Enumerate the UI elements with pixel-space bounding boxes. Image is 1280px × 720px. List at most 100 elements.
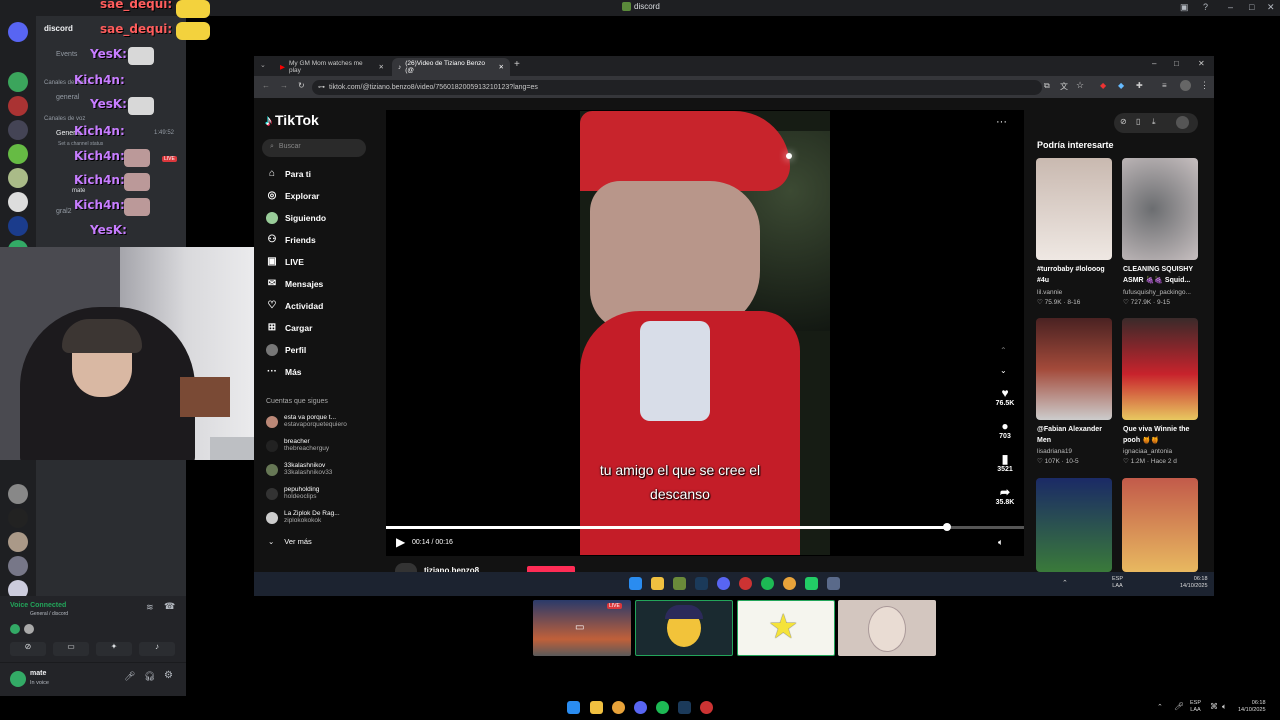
- device-icon[interactable]: ▯: [1136, 117, 1140, 126]
- account-item[interactable]: esta va porque t... estavaporquetequiero: [266, 414, 347, 428]
- voice-status[interactable]: Voice Connected: [10, 602, 66, 609]
- dm-home-icon[interactable]: [8, 22, 28, 42]
- user-avatar[interactable]: [10, 671, 26, 687]
- reload-icon[interactable]: ↻: [298, 81, 305, 90]
- server-icon[interactable]: [8, 144, 28, 164]
- rec-title[interactable]: Que viva Winnie the pooh 🍯🍯: [1123, 424, 1203, 446]
- tab-tiktok[interactable]: ♪ (26)Video de Tiziano Benzo (@ ✕: [392, 58, 510, 76]
- next-video-icon[interactable]: ⌄: [1000, 366, 1007, 375]
- nav-friends[interactable]: ⚇ Friends: [266, 234, 316, 246]
- server-icon[interactable]: [8, 556, 28, 576]
- file-explorer-icon[interactable]: [651, 577, 664, 590]
- translate-icon[interactable]: 文: [1060, 81, 1068, 92]
- play-icon[interactable]: ▶: [396, 535, 405, 549]
- new-tab-icon[interactable]: +: [514, 59, 520, 70]
- tray-chevron-icon[interactable]: ⌃: [1157, 703, 1163, 711]
- screen-share-button[interactable]: ▭: [53, 642, 89, 656]
- rec-thumbnail[interactable]: [1036, 478, 1112, 572]
- spotify-icon[interactable]: [656, 701, 669, 714]
- rec-thumbnail[interactable]: [1122, 318, 1198, 420]
- voice-channel[interactable]: General / discord: [30, 611, 68, 617]
- soundboard-button[interactable]: ♪: [139, 642, 175, 656]
- chrome-icon[interactable]: [783, 577, 796, 590]
- profile-avatar[interactable]: [1180, 80, 1191, 91]
- steam-icon[interactable]: [695, 577, 708, 590]
- download-icon[interactable]: ⤓: [1152, 117, 1156, 127]
- server-icon[interactable]: [8, 508, 28, 528]
- nav-more[interactable]: ··· Más: [266, 366, 302, 378]
- channel-gral2[interactable]: gral2: [56, 208, 72, 215]
- disconnect-icon[interactable]: ☎: [164, 601, 175, 612]
- tab-close-icon[interactable]: ✕: [499, 63, 504, 71]
- app-icon[interactable]: [673, 577, 686, 590]
- app-icon[interactable]: [805, 577, 818, 590]
- minimize-button[interactable]: –: [1152, 59, 1156, 68]
- server-icon[interactable]: [8, 192, 28, 212]
- clock[interactable]: 06:18 14/10/2025: [1238, 700, 1266, 714]
- rec-thumbnail[interactable]: [1036, 158, 1112, 260]
- account-item[interactable]: pepuholding holdeoclips: [266, 486, 319, 500]
- microphone-icon[interactable]: 🎤︎: [124, 671, 135, 682]
- extension-icon[interactable]: ◆: [1100, 81, 1106, 90]
- stream-thumbnail[interactable]: [635, 600, 733, 656]
- discord-icon[interactable]: [717, 577, 730, 590]
- nav-messages[interactable]: ✉ Mensajes: [266, 278, 323, 290]
- stream-thumbnail[interactable]: ★: [737, 600, 835, 656]
- account-item[interactable]: breacher thebreacherguy: [266, 438, 329, 452]
- search-input[interactable]: ⌕ Buscar: [262, 139, 366, 157]
- bookmark-star-icon[interactable]: ☆: [1076, 80, 1084, 91]
- account-item[interactable]: La Ziplok De Rag... ziplokokokok: [266, 510, 340, 524]
- rec-thumbnail[interactable]: [1122, 478, 1198, 572]
- rec-title[interactable]: @Fabian Alexander Men: [1037, 424, 1117, 446]
- tray-chevron-icon[interactable]: ⌃: [1062, 579, 1068, 587]
- stream-thumbnail[interactable]: LIVE ▭: [533, 600, 631, 656]
- inbox-icon[interactable]: ▣: [1180, 2, 1189, 13]
- steam-icon[interactable]: [678, 701, 691, 714]
- extensions-puzzle-icon[interactable]: ✚: [1136, 81, 1143, 90]
- tab-search-icon[interactable]: ⌄: [260, 61, 266, 69]
- nav-explore[interactable]: ◎ Explorar: [266, 190, 320, 202]
- app-icon[interactable]: [700, 701, 713, 714]
- language-indicator[interactable]: ESP LAA: [1190, 700, 1201, 714]
- volume-icon[interactable]: 🔈︎: [1222, 702, 1227, 712]
- windows-start-icon[interactable]: [567, 701, 580, 714]
- help-icon[interactable]: ?: [1203, 2, 1208, 12]
- nav-for-you[interactable]: ⌂ Para ti: [266, 168, 311, 180]
- language-indicator[interactable]: ESP LAA: [1112, 576, 1123, 590]
- category-voice[interactable]: Canales de voz: [44, 116, 85, 122]
- nav-live[interactable]: ▣ LIVE: [266, 256, 304, 268]
- spotify-icon[interactable]: [761, 577, 774, 590]
- save-button[interactable]: ▮ 3521: [990, 452, 1020, 473]
- tab-youtube[interactable]: ▶ My GM Mom watches me play ✕: [274, 58, 390, 76]
- microphone-icon[interactable]: 🎤︎: [1174, 702, 1184, 711]
- close-button[interactable]: ✕: [1198, 59, 1205, 68]
- rec-thumbnail[interactable]: [1036, 318, 1112, 420]
- chrome-icon[interactable]: [612, 701, 625, 714]
- tiktok-logo[interactable]: ♪ TikTok: [265, 112, 319, 128]
- more-options-icon[interactable]: ···: [996, 116, 1007, 128]
- extension-icon[interactable]: ◆: [1118, 81, 1124, 90]
- close-button[interactable]: ✕: [1267, 2, 1275, 13]
- steam-icon[interactable]: [827, 577, 840, 590]
- comment-button[interactable]: ● 703: [990, 419, 1020, 440]
- app-icon[interactable]: [739, 577, 752, 590]
- noise-suppression-icon[interactable]: ≋: [146, 602, 154, 613]
- video-progress-bar[interactable]: [386, 523, 1024, 531]
- server-icon[interactable]: [8, 532, 28, 552]
- server-icon[interactable]: [8, 72, 28, 92]
- server-icon[interactable]: [8, 96, 28, 116]
- back-icon[interactable]: ←: [262, 81, 270, 90]
- maximize-button[interactable]: □: [1174, 59, 1179, 68]
- clock[interactable]: 06:18 14/10/2025: [1180, 576, 1208, 590]
- rec-thumbnail[interactable]: [1122, 158, 1198, 260]
- tab-close-icon[interactable]: ✕: [379, 63, 384, 71]
- media-icon[interactable]: ≡: [1162, 81, 1167, 90]
- channel-events[interactable]: Events: [56, 51, 77, 58]
- like-button[interactable]: ♥ 76.5K: [990, 386, 1020, 407]
- compass-icon[interactable]: ⊘: [1120, 117, 1127, 126]
- channel-general-text[interactable]: general: [56, 94, 79, 101]
- camera-button[interactable]: ⊘: [10, 642, 46, 656]
- activity-button[interactable]: ✦: [96, 642, 132, 656]
- site-info-icon[interactable]: ⊶: [318, 84, 325, 91]
- rec-title[interactable]: #turrobaby #lolooog #4u: [1037, 264, 1117, 286]
